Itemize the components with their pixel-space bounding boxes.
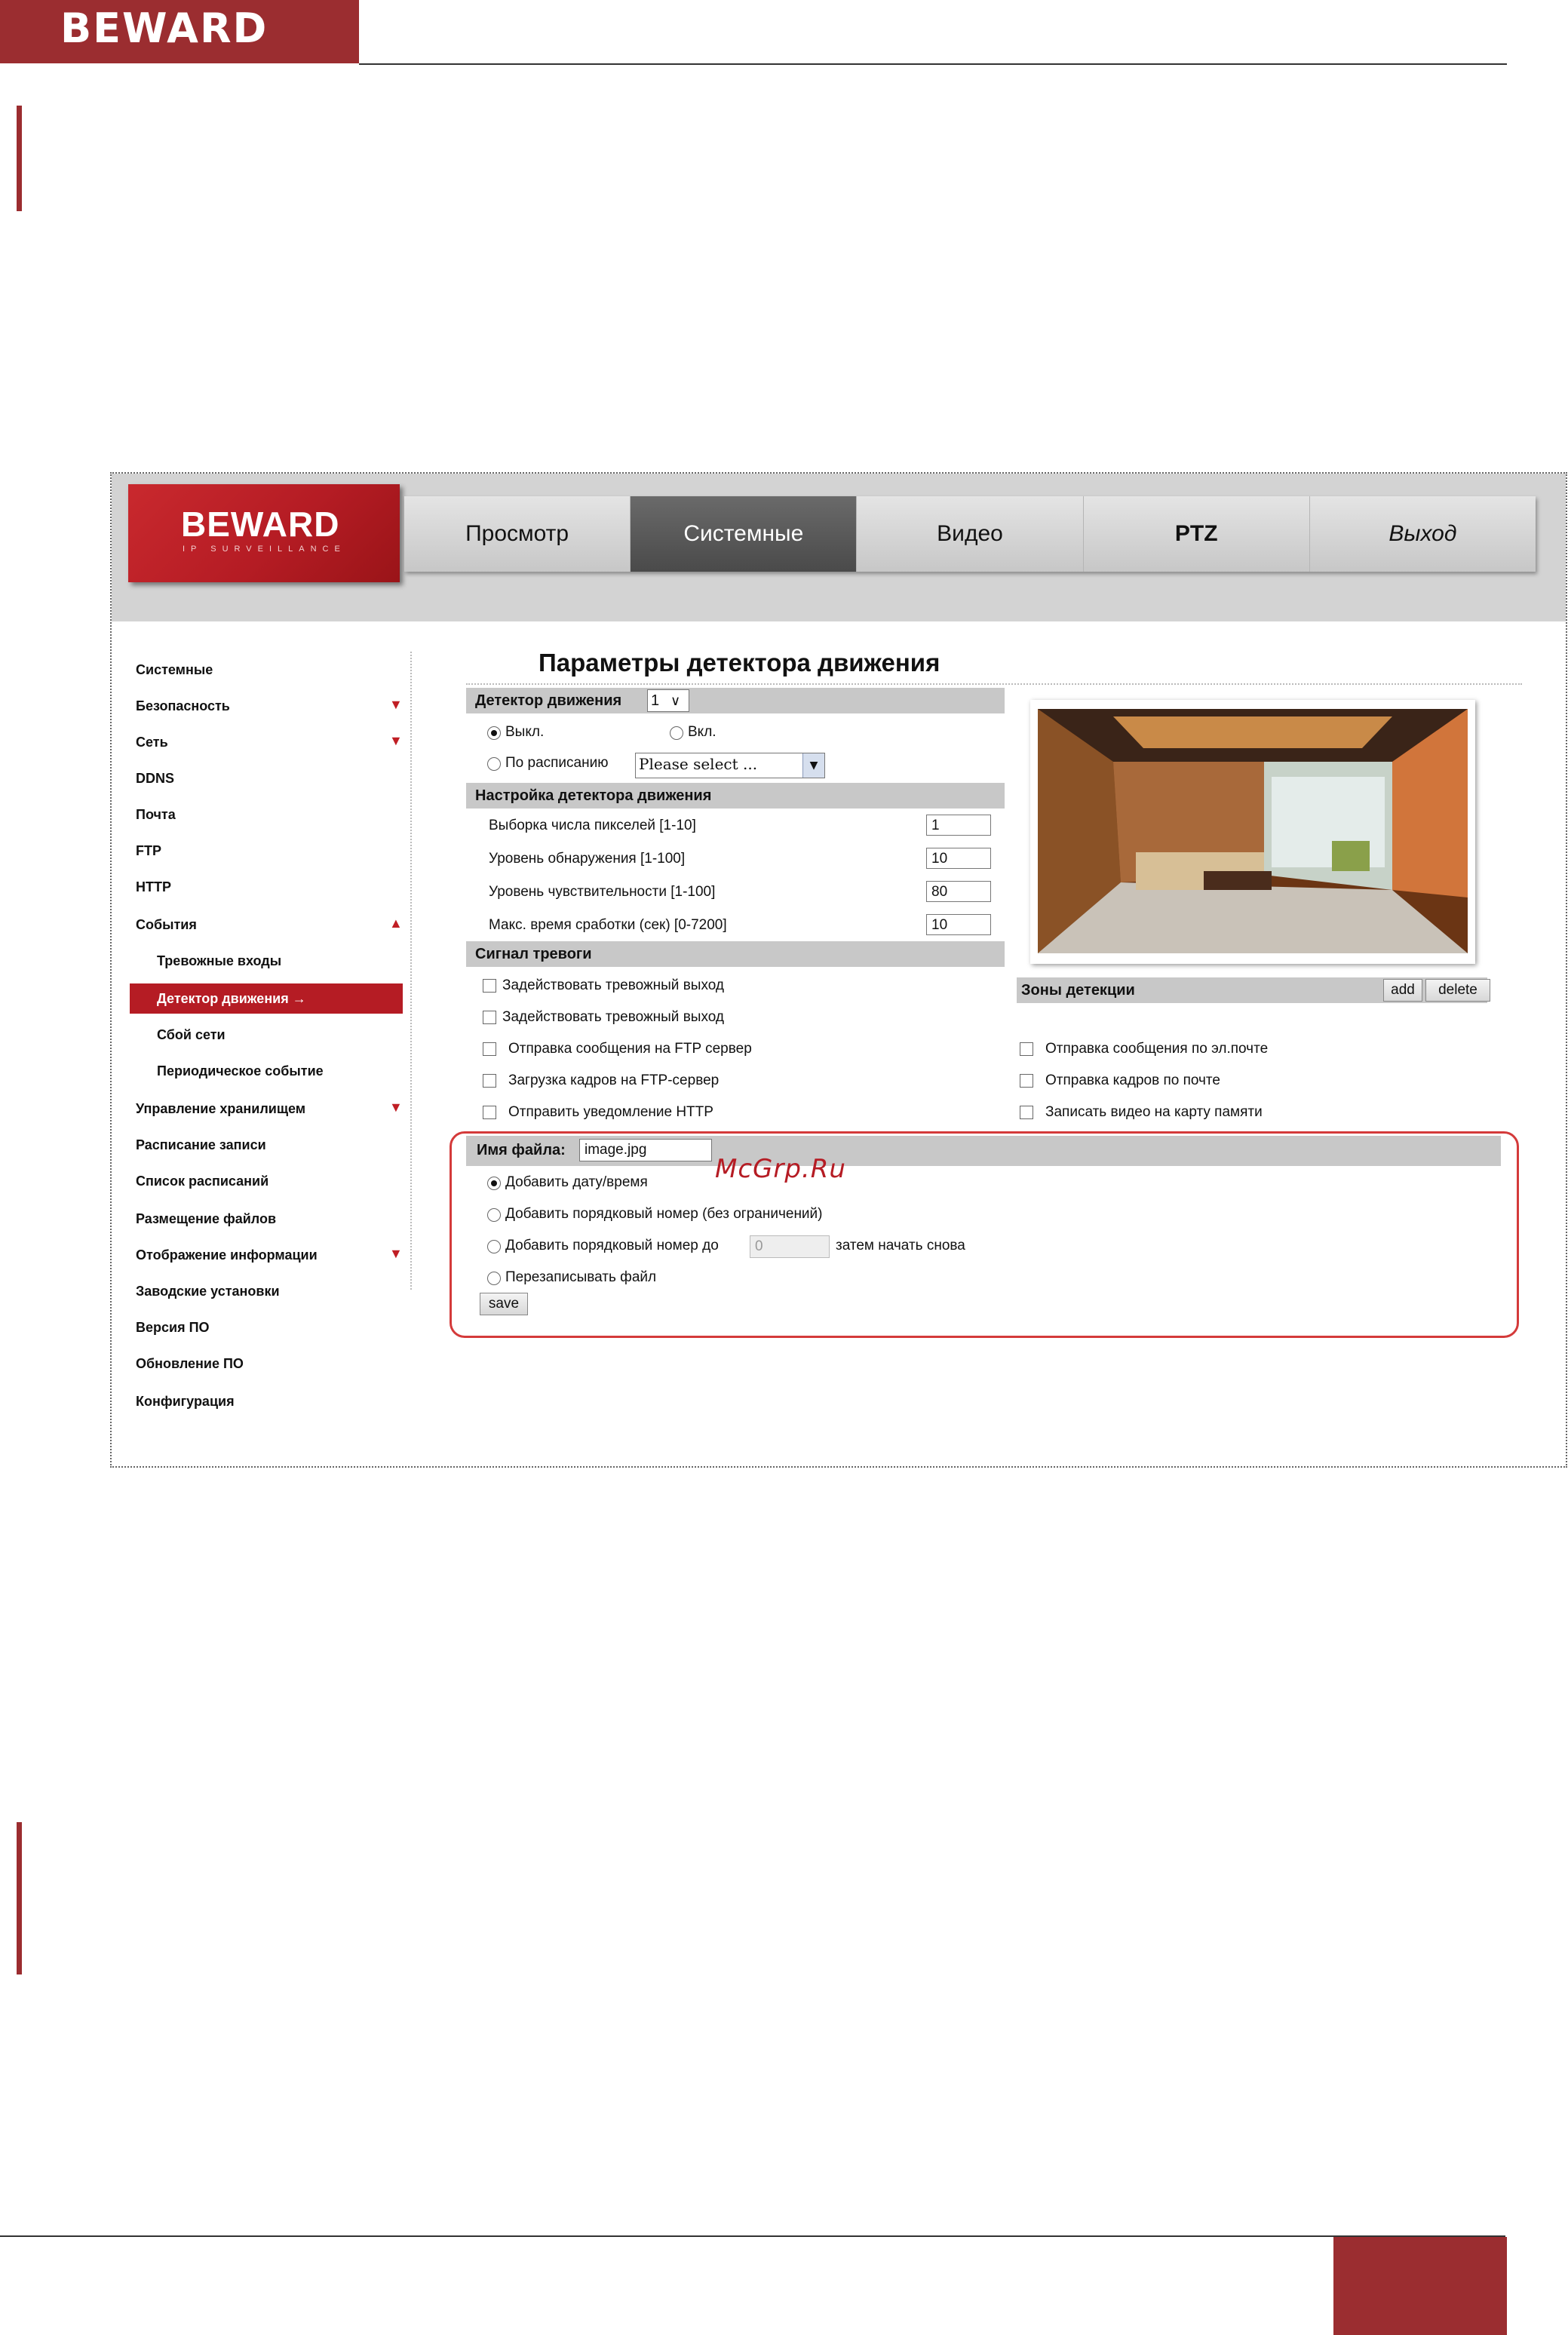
delete-zone-button[interactable]: delete: [1425, 979, 1490, 1002]
email-message-checkbox[interactable]: [1020, 1042, 1033, 1056]
email-frames-checkbox[interactable]: [1020, 1074, 1033, 1088]
footer-rule: [0, 2235, 1505, 2237]
ftp-frames-label: Загрузка кадров на FTP-сервер: [508, 1072, 720, 1088]
highlight-frame: [450, 1131, 1519, 1338]
sidebar-item-network-failure[interactable]: Сбой сети: [157, 1027, 226, 1043]
schedule-select[interactable]: Please select ... ▼: [635, 753, 825, 778]
alarm-output-2-label: Задействовать тревожный выход: [502, 1009, 724, 1025]
top-navigation: BEWARD IP SURVEILLANCE Просмотр Системны…: [112, 474, 1566, 621]
http-notify-checkbox[interactable]: [483, 1106, 496, 1119]
detection-level-label: Уровень обнаружения [1-100]: [489, 851, 686, 867]
detector-off-label: Выкл.: [505, 724, 545, 740]
detector-select[interactable]: 1 ∨: [647, 689, 689, 712]
web-interface-screenshot: BEWARD IP SURVEILLANCE Просмотр Системны…: [110, 472, 1567, 1468]
expand-arrow-icon[interactable]: ▼: [389, 733, 403, 749]
alarm-output-1-label: Задействовать тревожный выход: [502, 977, 724, 993]
sidebar-item-alarm-inputs[interactable]: Тревожные входы: [157, 953, 281, 969]
chevron-down-icon: ∨: [670, 693, 681, 708]
sd-record-label: Записать видео на карту памяти: [1045, 1104, 1263, 1120]
sidebar-item-http[interactable]: HTTP: [136, 879, 171, 895]
expand-arrow-icon[interactable]: ▼: [389, 1246, 403, 1262]
detection-zones-label: Зоны детекции: [1021, 982, 1135, 999]
expand-arrow-icon[interactable]: ▼: [389, 1100, 403, 1115]
pixel-sample-label: Выборка числа пикселей [1-10]: [489, 818, 696, 833]
main-tabs: Просмотр Системные Видео PTZ Выход: [404, 496, 1536, 572]
page-title: Параметры детектора движения: [539, 649, 940, 677]
tab-system[interactable]: Системные: [631, 496, 858, 572]
trigger-time-input[interactable]: 10: [926, 914, 991, 935]
detector-value: 1: [651, 692, 660, 709]
sidebar-item-storage[interactable]: Управление хранилищем: [136, 1101, 305, 1117]
alarm-output-2-checkbox[interactable]: [483, 1011, 496, 1024]
tab-exit[interactable]: Выход: [1310, 496, 1536, 572]
sidebar-item-ddns[interactable]: DDNS: [136, 771, 174, 787]
room-snapshot-image: [1038, 709, 1468, 953]
expand-arrow-icon[interactable]: ▼: [389, 697, 403, 713]
title-divider: [466, 683, 1522, 685]
alarm-header: Сигнал тревоги: [466, 941, 1005, 967]
http-notify-label: Отправить уведомление HTTP: [508, 1104, 713, 1120]
beward-logo[interactable]: BEWARD IP SURVEILLANCE: [128, 484, 400, 582]
detector-schedule-label: По расписанию: [505, 755, 609, 771]
logo-subtitle: IP SURVEILLANCE: [183, 545, 346, 554]
sidebar-item-info-display[interactable]: Отображение информации: [136, 1247, 318, 1263]
tab-video[interactable]: Видео: [857, 496, 1084, 572]
detector-label: Детектор движения: [475, 692, 622, 709]
detector-header: Детектор движения: [466, 688, 1005, 713]
settings-header: Настройка детектора движения: [466, 783, 1005, 809]
header-rule: [359, 63, 1507, 65]
add-zone-button[interactable]: add: [1383, 979, 1422, 1002]
sidebar-item-factory-defaults[interactable]: Заводские установки: [136, 1284, 280, 1299]
tab-view[interactable]: Просмотр: [404, 496, 631, 572]
sidebar-item-events[interactable]: События: [136, 917, 197, 933]
sd-record-checkbox[interactable]: [1020, 1106, 1033, 1119]
sidebar-item-firmware-update[interactable]: Обновление ПО: [136, 1356, 244, 1372]
room-snapshot-svg: [1038, 709, 1468, 953]
sidebar-item-record-schedule[interactable]: Расписание записи: [136, 1137, 266, 1153]
email-frames-label: Отправка кадров по почте: [1045, 1072, 1220, 1088]
sidebar-item-ftp[interactable]: FTP: [136, 843, 161, 859]
sensitivity-input[interactable]: 80: [926, 881, 991, 902]
camera-preview[interactable]: [1030, 700, 1475, 964]
detection-level-input[interactable]: 10: [926, 848, 991, 869]
sidebar-item-security[interactable]: Безопасность: [136, 698, 230, 714]
schedule-select-value: Please select ...: [639, 755, 758, 773]
detector-off-radio[interactable]: [487, 726, 501, 740]
detector-on-radio[interactable]: [670, 726, 683, 740]
collapse-arrow-icon[interactable]: ▲: [389, 916, 403, 931]
sidebar-item-configuration[interactable]: Конфигурация: [136, 1394, 235, 1410]
logo-text: BEWARD: [181, 505, 340, 544]
sidebar-item-firmware-version[interactable]: Версия ПО: [136, 1320, 210, 1336]
sidebar-item-system[interactable]: Системные: [136, 662, 213, 678]
sidebar-item-periodic-event[interactable]: Периодическое событие: [157, 1063, 324, 1079]
email-message-label: Отправка сообщения по эл.почте: [1045, 1041, 1269, 1057]
pixel-sample-input[interactable]: 1: [926, 815, 991, 836]
alarm-output-1-checkbox[interactable]: [483, 979, 496, 993]
detector-on-label: Вкл.: [688, 724, 716, 740]
sidebar-item-schedule-list[interactable]: Список расписаний: [136, 1174, 268, 1189]
detector-schedule-radio[interactable]: [487, 757, 501, 771]
sensitivity-label: Уровень чувствительности [1-100]: [489, 884, 716, 900]
ftp-message-checkbox[interactable]: [483, 1042, 496, 1056]
margin-marker: [17, 1822, 22, 1974]
footer-page-box: [1333, 2237, 1507, 2335]
trigger-time-label: Макс. время сработки (сек) [0-7200]: [489, 917, 727, 933]
sidebar-divider: [410, 652, 412, 1290]
tab-ptz[interactable]: PTZ: [1084, 496, 1310, 572]
document-logo-bar: BEWARD: [0, 0, 359, 63]
sidebar-item-file-placement[interactable]: Размещение файлов: [136, 1211, 276, 1227]
dropdown-arrow-icon[interactable]: ▼: [802, 753, 824, 778]
sidebar-item-mail[interactable]: Почта: [136, 807, 176, 823]
sidebar-item-network[interactable]: Сеть: [136, 735, 168, 750]
document-logo: BEWARD: [60, 5, 268, 52]
ftp-message-label: Отправка сообщения на FTP сервер: [508, 1041, 752, 1057]
ftp-frames-checkbox[interactable]: [483, 1074, 496, 1088]
margin-marker: [17, 106, 22, 211]
sidebar-item-motion-detector[interactable]: Детектор движения →: [130, 983, 403, 1014]
